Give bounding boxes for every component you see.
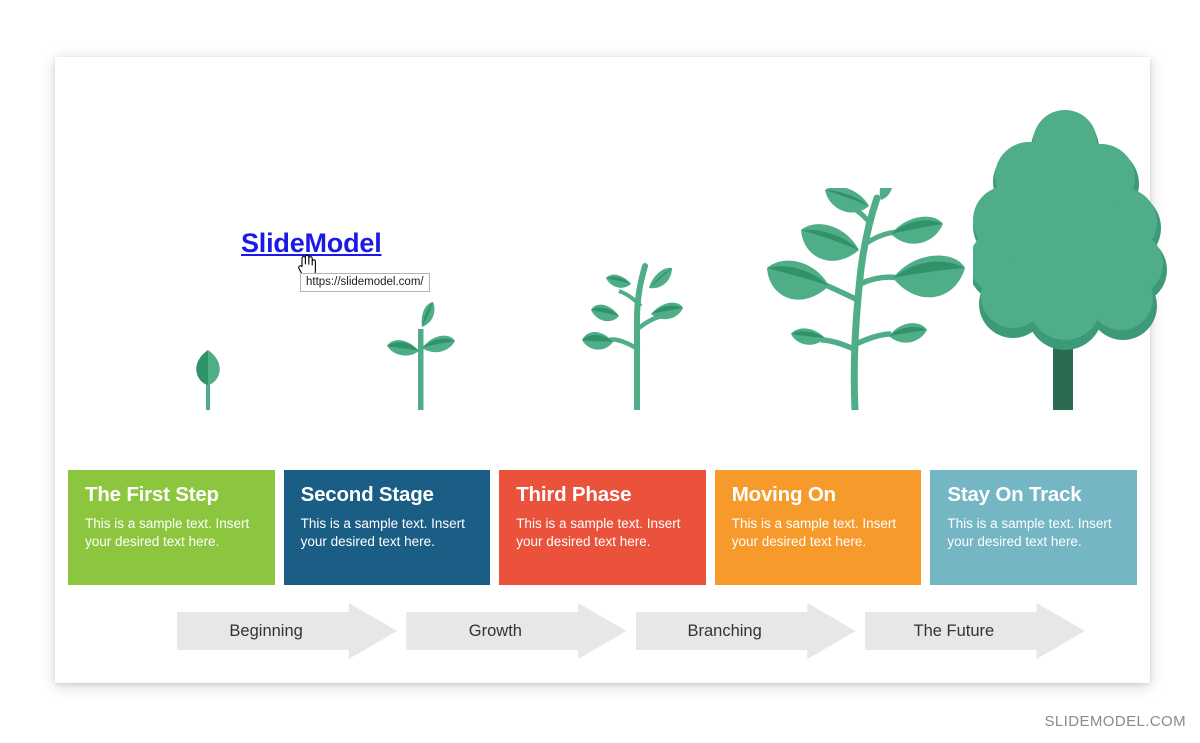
stage-card-title: Second Stage [300, 483, 434, 506]
link-url-tooltip: https://slidemodel.com/ [300, 273, 430, 292]
stage-card-body: This is a sample text. Insert your desir… [85, 515, 250, 549]
presentation-slide: SlideModel https://slidemodel.com/ The F… [55, 57, 1167, 683]
stage-art-tree [973, 100, 1169, 410]
hyperlink-container[interactable]: SlideModel https://slidemodel.com/ [241, 228, 430, 292]
stage-card-5[interactable]: Stay On Track This is a sample text. Ins… [930, 470, 1137, 585]
stage-card-body: This is a sample text. Insert your desir… [731, 515, 897, 549]
process-arrow-2[interactable]: Growth [406, 603, 627, 659]
stage-card-title: Stay On Track [947, 483, 1082, 506]
stage-card-body: This is a sample text. Insert your desir… [516, 515, 681, 549]
stage-card-3[interactable]: Third Phase This is a sample text. Inser… [499, 470, 706, 585]
stage-card-title: The First Step [85, 483, 219, 506]
process-arrow-1[interactable]: Beginning [177, 603, 398, 659]
process-arrow-label: The Future [913, 621, 995, 640]
stage-card-body: This is a sample text. Insert your desir… [300, 515, 465, 549]
process-arrows-row: Beginning Growth Branching The Future [177, 603, 1085, 659]
process-arrow-4[interactable]: The Future [864, 603, 1085, 659]
process-arrow-3[interactable]: Branching [635, 603, 856, 659]
stage-card-4[interactable]: Moving On This is a sample text. Insert … [714, 470, 922, 585]
stage-art-mature-plant [743, 188, 971, 410]
slidemodel-watermark: SLIDEMODEL.COM [1044, 713, 1186, 730]
stage-card-title: Third Phase [516, 483, 632, 506]
stage-art-seedling [185, 348, 231, 410]
process-arrow-label: Beginning [229, 621, 303, 640]
stage-card-title: Moving On [731, 483, 836, 506]
stage-card-body: This is a sample text. Insert your desir… [947, 515, 1112, 549]
stage-cards-row: The First Step This is a sample text. In… [68, 470, 1137, 585]
stage-card-1[interactable]: The First Step This is a sample text. In… [68, 470, 275, 585]
process-arrow-label: Branching [687, 621, 762, 640]
stage-art-sprout [382, 293, 460, 410]
stage-art-young-plant [579, 258, 699, 410]
stage-card-2[interactable]: Second Stage This is a sample text. Inse… [283, 470, 491, 585]
process-arrow-label: Growth [468, 621, 522, 640]
